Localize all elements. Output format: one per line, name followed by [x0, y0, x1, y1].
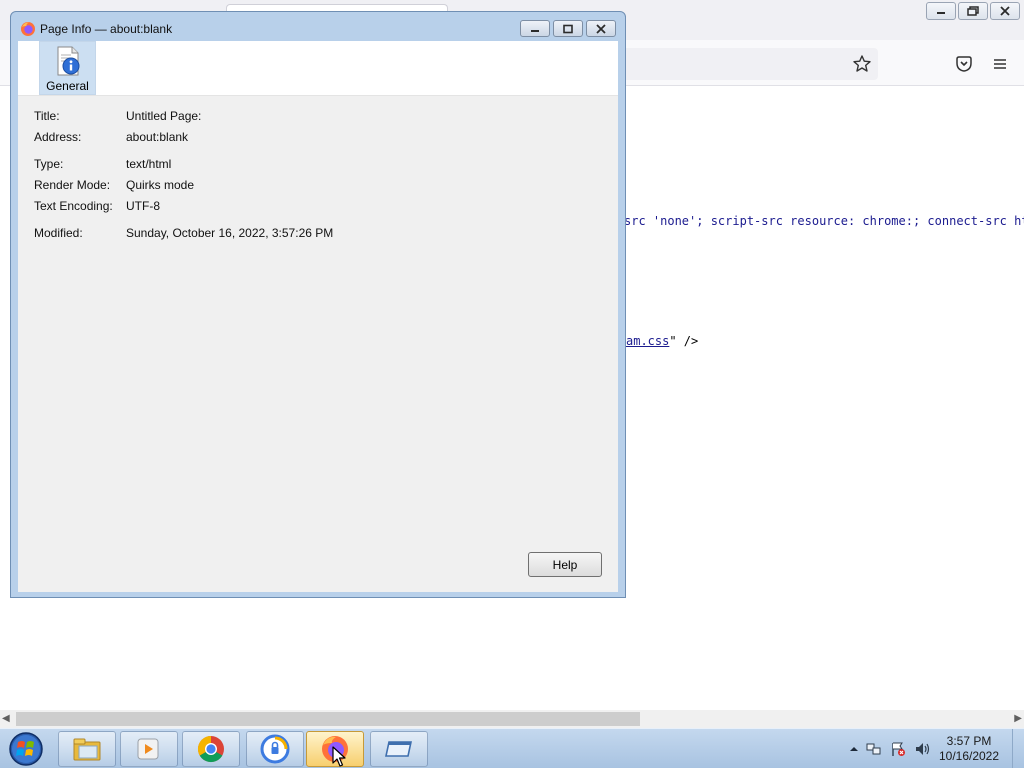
- scrollbar-thumb[interactable]: [16, 712, 640, 726]
- firefox-icon: [21, 22, 35, 36]
- info-key: Address:: [34, 130, 82, 144]
- info-key: Render Mode:: [34, 178, 111, 192]
- info-value: Untitled Page:: [126, 109, 202, 123]
- dialog-close-button[interactable]: [586, 20, 616, 37]
- taskbar-vpn[interactable]: [246, 731, 304, 767]
- network-icon[interactable]: [866, 741, 882, 757]
- info-value: Quirks mode: [126, 178, 195, 192]
- info-key: Title:: [34, 109, 60, 123]
- app-window-icon: [385, 741, 412, 757]
- info-row-text-encoding: Text Encoding: UTF-8: [34, 199, 160, 215]
- taskbar: 3:57 PM 10/16/2022: [0, 728, 1024, 768]
- taskbar-clock[interactable]: 3:57 PM 10/16/2022: [930, 734, 1008, 764]
- browser-restore-button[interactable]: [958, 2, 988, 20]
- info-row-modified: Modified: Sunday, October 16, 2022, 3:57:…: [34, 226, 333, 242]
- dialog-title: Page Info — about:blank: [40, 22, 173, 36]
- general-panel: Title: Untitled Page: Address: about:blank…: [18, 96, 618, 592]
- pocket-icon[interactable]: [954, 54, 974, 74]
- dialog-maximize-button[interactable]: [553, 20, 583, 37]
- taskbar-app-window[interactable]: [370, 731, 428, 767]
- info-key: Type:: [34, 157, 64, 171]
- restore-icon: [967, 6, 979, 16]
- close-icon: [1000, 6, 1010, 16]
- maximize-icon: [563, 24, 573, 33]
- page-info-dialog: Page Info — about:blank General Title: U…: [10, 11, 626, 598]
- horizontal-scrollbar[interactable]: ◀ ▶: [0, 710, 1024, 728]
- source-text: " />: [669, 334, 699, 348]
- tab-general-label: General: [46, 79, 89, 93]
- close-icon: [596, 23, 606, 34]
- minimize-icon: [937, 12, 945, 14]
- file-explorer-icon: [73, 738, 101, 761]
- start-button[interactable]: [6, 731, 46, 767]
- dialog-titlebar[interactable]: Page Info — about:blank: [11, 12, 625, 41]
- clock-time: 3:57 PM: [946, 734, 992, 748]
- browser-close-button[interactable]: [990, 2, 1020, 20]
- taskbar-file-explorer[interactable]: [58, 731, 116, 767]
- scroll-right-icon[interactable]: ▶: [1014, 713, 1022, 724]
- minimize-icon: [531, 29, 539, 32]
- clock-date: 10/16/2022: [938, 749, 1000, 763]
- scroll-left-icon[interactable]: ◀: [2, 713, 10, 724]
- taskbar-chrome[interactable]: [182, 731, 240, 767]
- action-center-icon[interactable]: [890, 741, 906, 757]
- dialog-minimize-button[interactable]: [520, 20, 550, 37]
- show-desktop-button[interactable]: [1012, 729, 1024, 768]
- stylesheet-link[interactable]: am.css: [626, 334, 669, 348]
- chrome-icon: [197, 735, 224, 763]
- source-line: am.css" />: [626, 334, 698, 348]
- volume-icon[interactable]: [914, 741, 930, 757]
- info-value: UTF-8: [126, 199, 160, 213]
- source-line: src 'none'; script-src resource: chrome:…: [624, 214, 1024, 228]
- document-info-icon: [57, 46, 79, 76]
- dialog-toolbar: General: [18, 41, 618, 96]
- info-row-address: Address: about:blank: [34, 130, 188, 146]
- mouse-cursor-icon: [332, 746, 346, 767]
- help-button[interactable]: Help: [528, 552, 602, 577]
- bookmark-star-icon[interactable]: [852, 54, 872, 74]
- info-key: Modified:: [34, 226, 83, 240]
- hamburger-menu-icon[interactable]: [990, 54, 1010, 74]
- tab-general[interactable]: General: [39, 41, 96, 95]
- info-row-title: Title: Untitled Page:: [34, 109, 201, 125]
- vpn-icon: [260, 734, 290, 764]
- info-value: about:blank: [126, 130, 189, 144]
- info-key: Text Encoding:: [34, 199, 113, 213]
- show-hidden-icons-icon[interactable]: [846, 741, 862, 757]
- info-row-type: Type: text/html: [34, 157, 171, 173]
- url-bar[interactable]: [610, 48, 878, 80]
- info-value: text/html: [126, 157, 172, 171]
- media-player-icon: [137, 738, 159, 760]
- taskbar-media-player[interactable]: [120, 731, 178, 767]
- info-value: Sunday, October 16, 2022, 3:57:26 PM: [126, 226, 334, 240]
- info-row-render-mode: Render Mode: Quirks mode: [34, 178, 194, 194]
- browser-minimize-button[interactable]: [926, 2, 956, 20]
